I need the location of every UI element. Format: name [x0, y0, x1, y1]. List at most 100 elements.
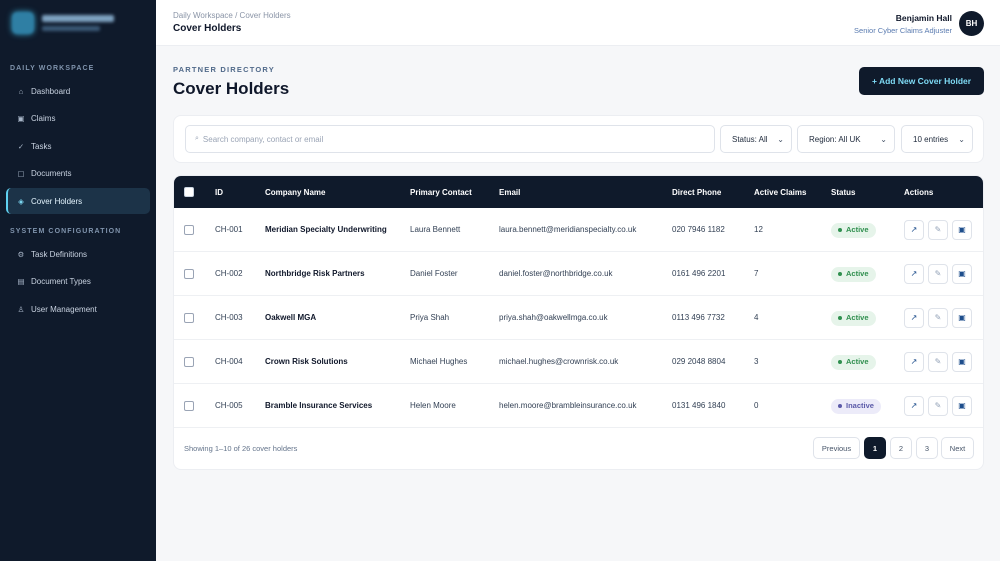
sidebar-item-label: Claims [31, 114, 56, 123]
page-3-button[interactable]: 3 [916, 437, 938, 459]
column-header-contact[interactable]: Primary Contact [410, 176, 472, 208]
sidebar-item-dashboard[interactable]: ⌂ Dashboard [6, 78, 150, 104]
cell-phone: 0161 496 2201 [672, 269, 726, 278]
sidebar-item-cover-holders[interactable]: ◈ Cover Holders [6, 188, 150, 214]
search-input[interactable] [202, 134, 683, 144]
edit-button[interactable]: ✎ [928, 352, 948, 372]
sidebar-item-label: Documents [31, 169, 72, 178]
sidebar-item-document-types[interactable]: ▤ Document Types [6, 269, 150, 295]
cell-active-claims: 3 [754, 357, 759, 366]
cell-email[interactable]: laura.bennett@meridianspecialty.co.uk [499, 208, 669, 252]
cell-company: Bramble Insurance Services [265, 401, 373, 410]
row-checkbox[interactable] [184, 357, 194, 367]
delete-button[interactable]: ▣ [952, 264, 972, 284]
cell-active-claims: 0 [754, 401, 759, 410]
view-button[interactable]: ↗ [904, 352, 924, 372]
sidebar-item-user-management[interactable]: ♙ User Management [6, 296, 150, 322]
sidebar-item-documents[interactable]: ▢ Documents [6, 161, 150, 187]
column-header-status[interactable]: Status [831, 176, 855, 208]
table-row[interactable]: CH-005 Bramble Insurance Services Helen Mo… [174, 384, 983, 428]
sidebar-item-task-definitions[interactable]: ⚙ Task Definitions [6, 241, 150, 267]
row-checkbox[interactable] [184, 313, 194, 323]
delete-button[interactable]: ▣ [952, 308, 972, 328]
delete-button[interactable]: ▣ [952, 396, 972, 416]
status-badge: Inactive [831, 398, 881, 414]
search-box[interactable]: ⌕ [185, 125, 715, 153]
pencil-icon: ✎ [934, 269, 942, 278]
page-2-button[interactable]: 2 [890, 437, 912, 459]
row-checkbox[interactable] [184, 225, 194, 235]
row-checkbox[interactable] [184, 401, 194, 411]
page-1-button[interactable]: 1 [864, 437, 886, 459]
status-dot-icon [838, 360, 842, 364]
edit-button[interactable]: ✎ [928, 308, 948, 328]
column-header-phone[interactable]: Direct Phone [672, 176, 721, 208]
sidebar-item-tasks[interactable]: ✓ Tasks [6, 133, 150, 159]
cell-company: Crown Risk Solutions [265, 357, 348, 366]
page-title: Cover Holders [173, 79, 290, 98]
table-row[interactable]: CH-004 Crown Risk Solutions Michael Hughes… [174, 340, 983, 384]
cell-contact: Laura Bennett [410, 225, 461, 234]
select-all-checkbox[interactable] [184, 187, 194, 197]
avatar[interactable]: BH [959, 11, 984, 36]
cell-id: CH-004 [215, 357, 243, 366]
cell-contact: Daniel Foster [410, 269, 458, 278]
user-role: Senior Cyber Claims Adjuster [854, 26, 952, 35]
cell-phone: 029 2048 8804 [672, 357, 726, 366]
cover-holders-table: ID Company Name Primary Contact Email Di… [173, 175, 984, 470]
row-actions: ↗ ✎ ▣ [904, 208, 976, 252]
delete-button[interactable]: ▣ [952, 220, 972, 240]
region-filter[interactable]: Region: All UK ⌄ [797, 125, 895, 153]
brand-logo [12, 12, 114, 34]
edit-button[interactable]: ✎ [928, 396, 948, 416]
previous-page-button[interactable]: Previous [813, 437, 860, 459]
delete-button[interactable]: ▣ [952, 352, 972, 372]
next-page-button[interactable]: Next [941, 437, 974, 459]
claims-icon: ▣ [17, 114, 25, 123]
table-row[interactable]: CH-002 Northbridge Risk Partners Daniel Fo… [174, 252, 983, 296]
row-actions: ↗ ✎ ▣ [904, 384, 976, 428]
table-row[interactable]: CH-001 Meridian Specialty Underwriting Lau… [174, 208, 983, 252]
column-header-company[interactable]: Company Name [265, 176, 325, 208]
row-checkbox[interactable] [184, 269, 194, 279]
cell-email[interactable]: michael.hughes@crownrisk.co.uk [499, 340, 669, 384]
cell-email[interactable]: priya.shah@oakwellmga.co.uk [499, 296, 669, 340]
sidebar-item-label: Task Definitions [31, 249, 88, 259]
column-header-id[interactable]: ID [215, 176, 223, 208]
external-link-icon: ↗ [910, 401, 918, 410]
cell-email[interactable]: daniel.foster@northbridge.co.uk [499, 252, 669, 296]
cell-phone: 0131 496 1840 [672, 401, 726, 410]
table-row[interactable]: CH-003 Oakwell MGA Priya Shah priya.shah@oa… [174, 296, 983, 340]
view-button[interactable]: ↗ [904, 264, 924, 284]
user-name: Benjamin Hall [895, 13, 952, 23]
cell-email[interactable]: helen.moore@brambleinsurance.co.uk [499, 384, 669, 428]
column-header-claims[interactable]: Active Claims [754, 176, 806, 208]
status-dot-icon [838, 228, 842, 232]
document-icon: ▢ [17, 169, 25, 178]
view-button[interactable]: ↗ [904, 308, 924, 328]
table-header: ID Company Name Primary Contact Email Di… [174, 176, 983, 208]
entries-select[interactable]: 10 entries ⌄ [901, 125, 973, 153]
add-cover-holder-button[interactable]: + Add New Cover Holder [859, 67, 984, 95]
trash-icon: ▣ [958, 313, 966, 322]
status-dot-icon [838, 404, 842, 408]
status-dot-icon [838, 316, 842, 320]
view-button[interactable]: ↗ [904, 220, 924, 240]
filter-bar: ⌕ Status: All ⌄ Region: All UK ⌄ 10 entr… [173, 115, 984, 163]
external-link-icon: ↗ [910, 313, 918, 322]
status-badge: Active [831, 266, 876, 282]
user-info: Benjamin Hall Senior Cyber Claims Adjust… [854, 13, 952, 35]
edit-button[interactable]: ✎ [928, 264, 948, 284]
pencil-icon: ✎ [934, 225, 942, 234]
edit-button[interactable]: ✎ [928, 220, 948, 240]
sidebar-item-label: Dashboard [31, 86, 71, 96]
diamond-icon: ◈ [18, 196, 24, 206]
view-button[interactable]: ↗ [904, 396, 924, 416]
cell-contact: Michael Hughes [410, 357, 468, 366]
sidebar-item-label: User Management [31, 304, 97, 314]
pencil-icon: ✎ [934, 313, 942, 322]
sidebar-section-title: SYSTEM CONFIGURATION [10, 228, 122, 235]
status-filter[interactable]: Status: All ⌄ [720, 125, 792, 153]
sidebar-item-claims[interactable]: ▣ Claims [6, 106, 150, 132]
column-header-email[interactable]: Email [499, 176, 520, 208]
